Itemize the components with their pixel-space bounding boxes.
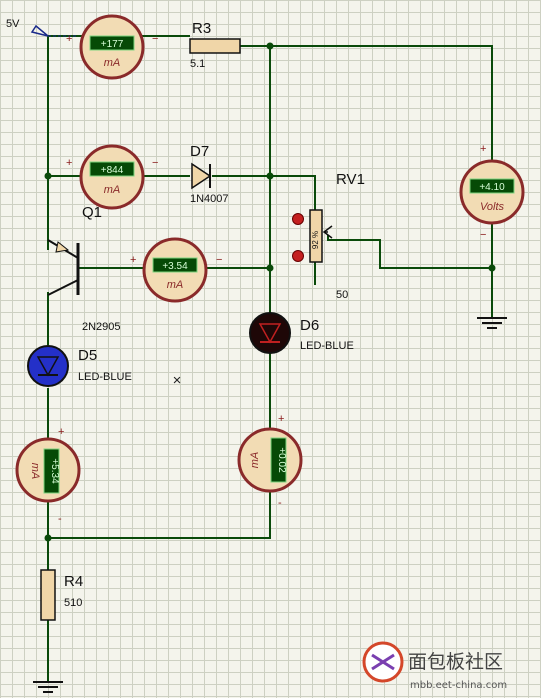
junction <box>488 264 496 272</box>
plus-sign: + <box>58 426 64 438</box>
ground-left <box>33 681 63 693</box>
potentiometer-rv1[interactable]: 92 % RV1 50 <box>292 171 365 301</box>
minus-sign: − <box>216 254 222 266</box>
wires <box>47 35 493 682</box>
component-value: LED-BLUE <box>78 371 132 383</box>
meter-reading: +177 <box>101 39 124 50</box>
meter-body <box>79 144 145 210</box>
minus-sign: − <box>480 229 486 241</box>
watermark: 面包板社区 mbb.eet-china.com <box>362 641 507 691</box>
resistor-r4[interactable]: R4 510 <box>40 569 83 621</box>
junction <box>266 264 274 272</box>
led-d6[interactable]: D6 LED-BLUE <box>249 312 354 354</box>
ground-right <box>477 317 507 329</box>
resistor-r3[interactable]: R3 5.1 <box>189 20 241 70</box>
component-ref: R3 <box>192 20 211 37</box>
junction <box>44 172 52 180</box>
minus-sign: - <box>278 497 282 509</box>
component-ref: D7 <box>190 143 209 160</box>
watermark-text: 面包板社区 <box>408 651 503 673</box>
meter-reading: +0.02 <box>276 447 287 473</box>
meter-unit: mA <box>167 279 184 291</box>
junction <box>266 172 274 180</box>
junction <box>266 42 274 50</box>
meter-reading: +4.10 <box>479 182 505 193</box>
component-value: 510 <box>64 597 82 609</box>
component-ref: Q1 <box>82 204 102 221</box>
minus-sign: − <box>152 157 158 169</box>
diode-d7[interactable]: D7 1N4007 <box>190 143 229 205</box>
component-ref: D5 <box>78 347 97 364</box>
ammeter-r3[interactable]: +177 mA + − <box>66 14 158 80</box>
schematic-canvas: 5V +177 mA + − R3 5.1 +844 mA + − D7 1N4… <box>0 0 541 698</box>
component-value: 5.1 <box>190 58 205 70</box>
meter-unit: Volts <box>480 201 505 213</box>
meter-unit: mA <box>249 452 261 469</box>
cursor-marker-icon: × <box>173 372 182 389</box>
resistor-body <box>189 38 241 54</box>
minus-sign: - <box>58 513 62 525</box>
pot-wiper-percent: 92 % <box>311 231 320 249</box>
led-d5[interactable]: D5 LED-BLUE <box>27 345 132 387</box>
component-value: LED-BLUE <box>300 340 354 352</box>
component-ref: D6 <box>300 317 319 334</box>
watermark-url: mbb.eet-china.com <box>410 680 507 691</box>
pot-increase-button[interactable] <box>292 213 304 225</box>
ammeter-q1[interactable]: +3.54 mA + − <box>130 237 222 303</box>
minus-sign: − <box>152 33 158 45</box>
plus-sign: + <box>66 157 72 169</box>
meter-unit: mA <box>104 57 121 69</box>
pot-decrease-button[interactable] <box>292 250 304 262</box>
plus-sign: + <box>480 143 486 155</box>
meter-unit: mA <box>104 184 121 196</box>
meter-reading: +844 <box>101 165 124 176</box>
plus-sign: + <box>130 254 136 266</box>
power-label: 5V <box>6 18 20 30</box>
meter-reading: +5.34 <box>49 458 60 484</box>
plus-sign: + <box>278 413 284 425</box>
component-value: 2N2905 <box>82 321 121 333</box>
transistor-arrow-icon <box>55 241 70 253</box>
wire-rv1-wiper <box>327 235 492 269</box>
wire-r3-to-voltmeter <box>240 45 493 160</box>
component-value: 50 <box>336 289 348 301</box>
component-ref: RV1 <box>336 171 365 188</box>
schematic-svg: 5V +177 mA + − R3 5.1 +844 mA + − D7 1N4… <box>6 14 525 693</box>
plus-sign: + <box>66 33 72 45</box>
meter-unit: mA <box>29 463 41 480</box>
meter-reading: +3.54 <box>162 261 188 272</box>
power-arrow-icon <box>30 24 49 37</box>
resistor-body <box>40 569 56 621</box>
wire-d6-return <box>48 490 271 539</box>
component-value: 1N4007 <box>190 193 229 205</box>
junction <box>44 534 52 542</box>
diode-triangle-icon <box>191 162 212 190</box>
component-ref: R4 <box>64 573 83 590</box>
transistor-collector <box>47 279 79 296</box>
